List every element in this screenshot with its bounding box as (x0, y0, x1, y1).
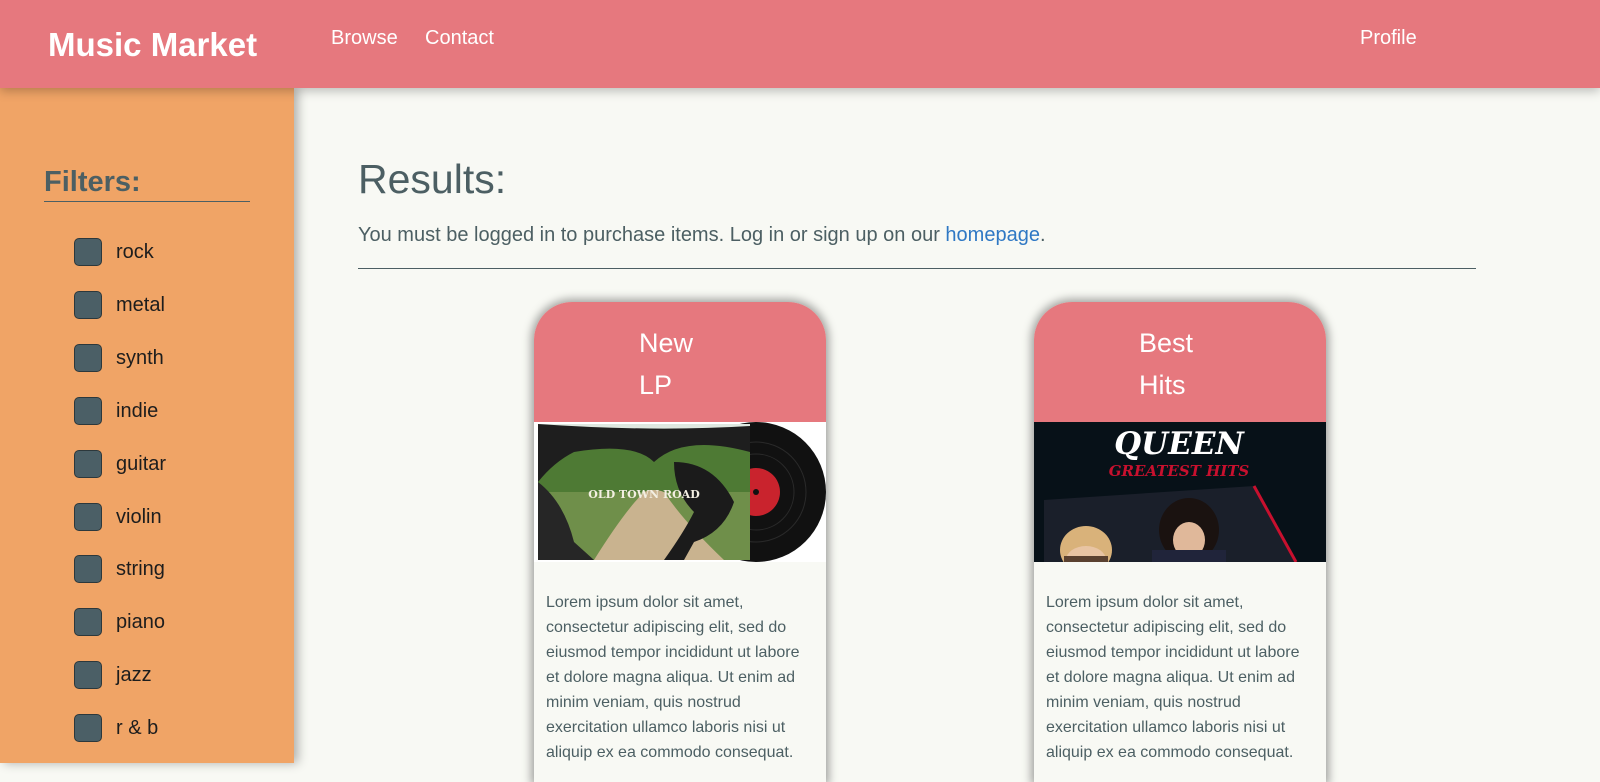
filter-checkbox[interactable] (74, 238, 102, 266)
filter-label: violin (116, 505, 162, 528)
notice-end: . (1039, 224, 1046, 246)
filter-label: jazz (116, 663, 152, 686)
card-header: New LP (534, 302, 826, 422)
card-title-line1: New (639, 328, 694, 358)
filter-label: synth (116, 346, 164, 369)
nav-profile-link[interactable]: Profile (1360, 27, 1417, 50)
filter-sidebar: Filters: rock metal synth indie guitar v… (0, 88, 294, 763)
filter-checkbox[interactable] (74, 555, 102, 583)
card-title-line2: Hits (1139, 370, 1186, 400)
filter-checkbox[interactable] (74, 397, 102, 425)
filter-guitar[interactable]: guitar (74, 449, 166, 479)
homepage-link[interactable]: homepage (945, 224, 1040, 246)
album-cover-caption: OLD TOWN ROAD (588, 488, 700, 501)
album-cover-title: QUEEN (1114, 426, 1245, 462)
nav-browse-link[interactable]: Browse (331, 27, 398, 50)
filters-heading: Filters: (44, 166, 250, 202)
filter-label: piano (116, 610, 165, 633)
album-cover-subtitle: GREATEST HITS (1109, 462, 1250, 480)
product-card-new-lp[interactable]: New LP OLD TOWN ROAD Lorem ipsum dolor s… (534, 302, 826, 782)
filter-checkbox[interactable] (74, 503, 102, 531)
notice-text: You must be logged in to purchase items.… (358, 224, 946, 246)
album-cover-old-town-road[interactable]: OLD TOWN ROAD (534, 422, 826, 562)
login-notice: You must be logged in to purchase items.… (358, 224, 1046, 247)
card-title-line2: LP (639, 370, 673, 400)
divider (358, 268, 1476, 269)
filter-label: r & b (116, 716, 159, 739)
top-navbar: Music Market Browse Contact Profile (0, 0, 1600, 88)
filter-checkbox[interactable] (74, 450, 102, 478)
filter-synth[interactable]: synth (74, 343, 164, 373)
results-heading: Results: (358, 156, 507, 202)
nav-contact-link[interactable]: Contact (425, 27, 494, 50)
album-cover-queen-greatest-hits[interactable]: QUEEN GREATEST HITS (1034, 422, 1326, 574)
filter-label: string (116, 557, 165, 580)
card-header: Best Hits (1034, 302, 1326, 422)
card-description: Lorem ipsum dolor sit amet, consectetur … (1046, 594, 1300, 761)
filter-metal[interactable]: metal (74, 290, 165, 320)
filter-label: indie (116, 399, 159, 422)
filter-label: guitar (116, 452, 167, 475)
filter-string[interactable]: string (74, 554, 165, 584)
filter-piano[interactable]: piano (74, 607, 165, 637)
filter-checkbox[interactable] (74, 714, 102, 742)
filter-checkbox[interactable] (74, 344, 102, 372)
filter-violin[interactable]: violin (74, 502, 162, 532)
filter-label: metal (116, 293, 165, 316)
filter-rnb[interactable]: r & b (74, 713, 158, 743)
filter-checkbox[interactable] (74, 661, 102, 689)
filter-jazz[interactable]: jazz (74, 660, 152, 690)
filter-indie[interactable]: indie (74, 396, 158, 426)
card-title-line1: Best (1139, 328, 1194, 358)
card-description: Lorem ipsum dolor sit amet, consectetur … (546, 594, 800, 761)
filter-rock[interactable]: rock (74, 237, 154, 267)
filter-label: rock (116, 240, 154, 263)
product-card-best-hits[interactable]: Best Hits QUEEN GREATEST HITS Lorem ipsu… (1034, 302, 1326, 782)
brand-logo[interactable]: Music Market (48, 26, 257, 64)
filter-checkbox[interactable] (74, 291, 102, 319)
filter-checkbox[interactable] (74, 608, 102, 636)
results-panel: Results: You must be logged in to purcha… (294, 88, 1600, 782)
